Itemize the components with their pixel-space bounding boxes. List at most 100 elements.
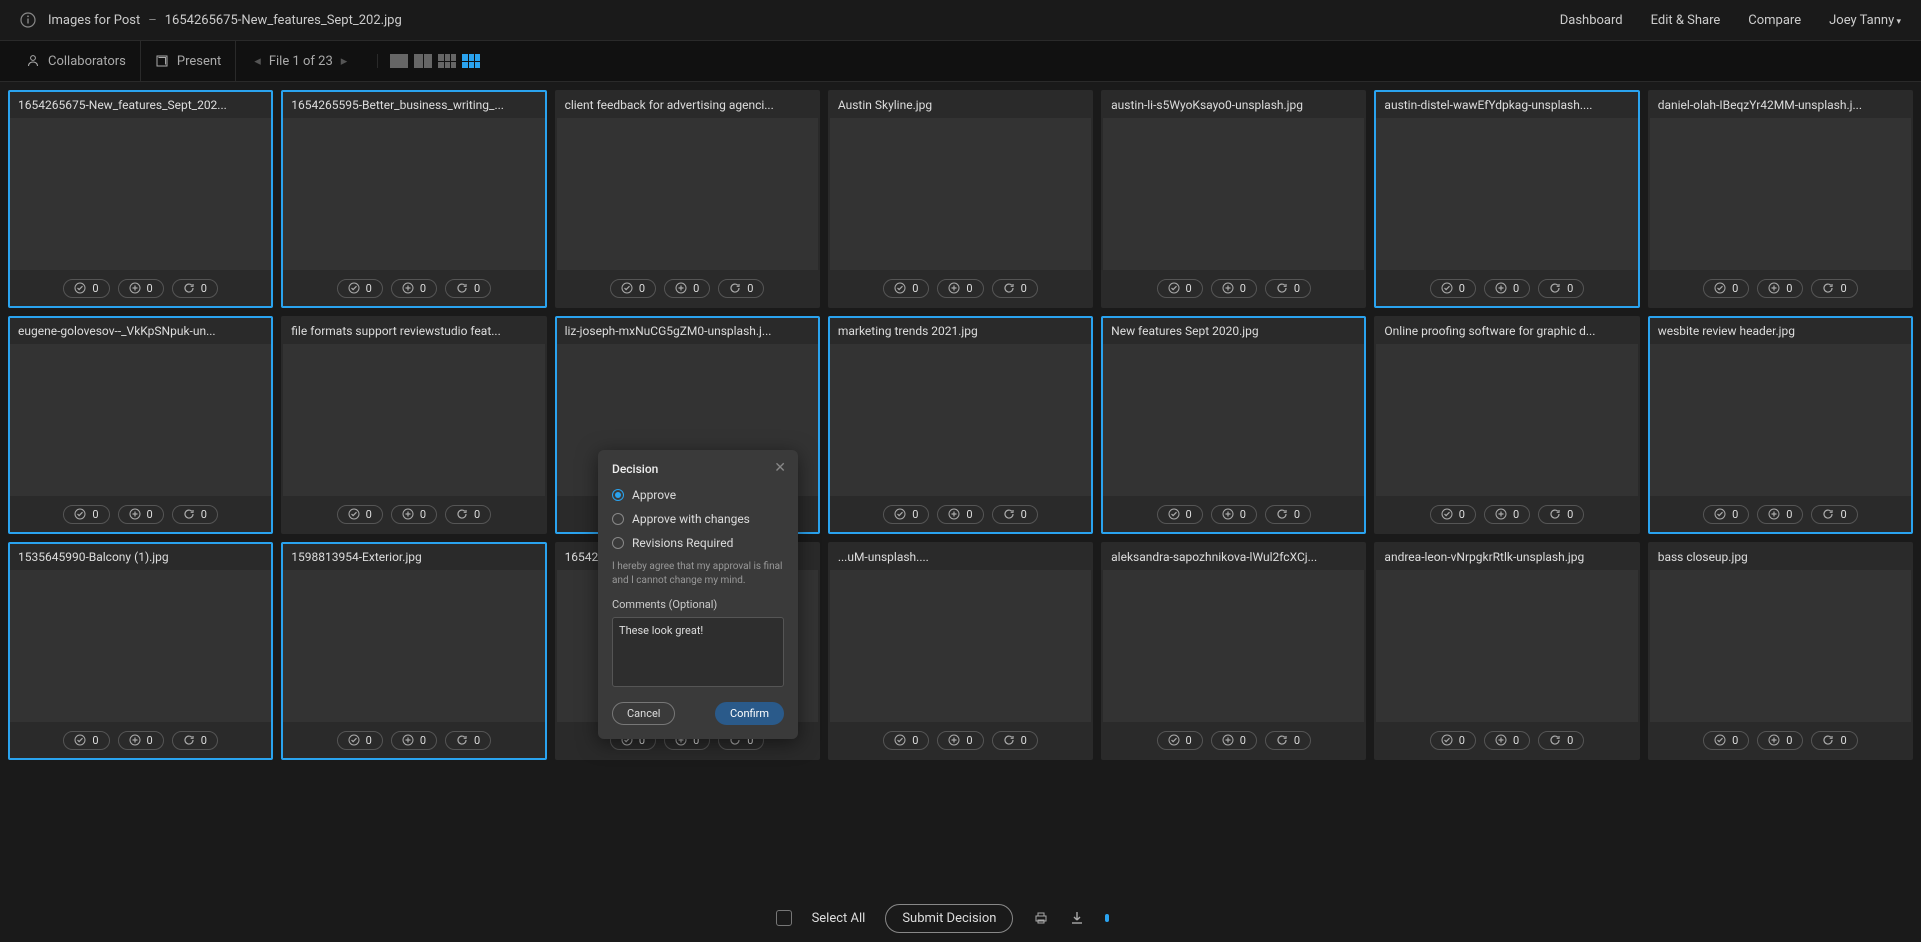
approve-count[interactable]: 0: [883, 279, 929, 298]
thumbnail[interactable]: [1650, 118, 1911, 270]
file-card[interactable]: aleksandra-sapozhnikova-lWul2fcXCj...000: [1101, 542, 1366, 760]
revise-count[interactable]: 0: [1538, 279, 1584, 298]
add-count[interactable]: 0: [391, 731, 437, 750]
add-count[interactable]: 0: [937, 505, 983, 524]
view-single[interactable]: [390, 54, 408, 68]
download-icon[interactable]: [1069, 910, 1085, 926]
add-count[interactable]: 0: [391, 279, 437, 298]
approve-count[interactable]: 0: [610, 279, 656, 298]
revise-count[interactable]: 0: [445, 731, 491, 750]
thumbnail[interactable]: [830, 344, 1091, 496]
view-thumb-small[interactable]: [438, 54, 456, 68]
file-card[interactable]: daniel-olah-IBeqzYr42MM-unsplash.j...000: [1648, 90, 1913, 308]
approve-count[interactable]: 0: [63, 731, 109, 750]
thumbnail[interactable]: [10, 570, 271, 722]
thumbnail[interactable]: [1650, 570, 1911, 722]
approve-count[interactable]: 0: [1157, 731, 1203, 750]
file-card[interactable]: eugene-golovesov--_VkKpSNpuk-un...000: [8, 316, 273, 534]
revise-count[interactable]: 0: [172, 279, 218, 298]
file-card[interactable]: andrea-leon-vNrpgkrRtlk-unsplash.jpg000: [1374, 542, 1639, 760]
add-count[interactable]: 0: [1484, 279, 1530, 298]
revise-count[interactable]: 0: [1811, 279, 1857, 298]
file-card[interactable]: wesbite review header.jpg000: [1648, 316, 1913, 534]
file-card[interactable]: client feedback for advertising agenci..…: [555, 90, 820, 308]
file-card[interactable]: ...uM-unsplash....000: [828, 542, 1093, 760]
revise-count[interactable]: 0: [992, 279, 1038, 298]
add-count[interactable]: 0: [1211, 731, 1257, 750]
submit-decision-button[interactable]: Submit Decision: [885, 904, 1013, 933]
revise-count[interactable]: 0: [1811, 505, 1857, 524]
add-count[interactable]: 0: [1757, 731, 1803, 750]
approve-count[interactable]: 0: [1430, 731, 1476, 750]
approve-count[interactable]: 0: [337, 505, 383, 524]
approve-count[interactable]: 0: [63, 279, 109, 298]
next-file-arrow[interactable]: ▸: [333, 54, 356, 69]
approve-count[interactable]: 0: [1703, 279, 1749, 298]
file-card[interactable]: 1654265595-Better_business_writing_...00…: [281, 90, 546, 308]
add-count[interactable]: 0: [1757, 505, 1803, 524]
add-count[interactable]: 0: [937, 731, 983, 750]
prev-file-arrow[interactable]: ◂: [246, 54, 269, 69]
thumbnail[interactable]: [1103, 570, 1364, 722]
thumbnail[interactable]: [283, 118, 544, 270]
file-card[interactable]: austin-distel-wawEfYdpkag-unsplash....00…: [1374, 90, 1639, 308]
thumbnail[interactable]: [1376, 344, 1637, 496]
file-card[interactable]: 1654265675-New_features_Sept_202...000: [8, 90, 273, 308]
close-icon[interactable]: ✕: [774, 460, 786, 476]
thumbnail[interactable]: [1103, 118, 1364, 270]
approve-count[interactable]: 0: [337, 279, 383, 298]
thumbnail[interactable]: [10, 118, 271, 270]
revise-count[interactable]: 0: [1265, 279, 1311, 298]
approve-count[interactable]: 0: [1430, 505, 1476, 524]
thumbnail[interactable]: [283, 570, 544, 722]
cancel-button[interactable]: Cancel: [612, 702, 675, 725]
confirm-button[interactable]: Confirm: [715, 702, 784, 725]
approve-count[interactable]: 0: [883, 731, 929, 750]
view-split[interactable]: [414, 54, 432, 68]
decision-option[interactable]: Revisions Required: [612, 536, 784, 550]
revise-count[interactable]: 0: [445, 505, 491, 524]
revise-count[interactable]: 0: [718, 279, 764, 298]
thumbnail[interactable]: [1103, 344, 1364, 496]
approve-count[interactable]: 0: [1157, 279, 1203, 298]
present-button[interactable]: Present: [141, 41, 236, 81]
revise-count[interactable]: 0: [1265, 505, 1311, 524]
approve-count[interactable]: 0: [1430, 279, 1476, 298]
add-count[interactable]: 0: [1211, 505, 1257, 524]
add-count[interactable]: 0: [1484, 505, 1530, 524]
approve-count[interactable]: 0: [63, 505, 109, 524]
comments-input[interactable]: [612, 617, 784, 687]
add-count[interactable]: 0: [1757, 279, 1803, 298]
add-count[interactable]: 0: [937, 279, 983, 298]
select-all-checkbox[interactable]: [776, 910, 792, 926]
user-menu[interactable]: Joey Tanny: [1829, 13, 1901, 28]
collaborators-button[interactable]: Collaborators: [12, 41, 141, 81]
view-thumb-large[interactable]: [462, 54, 480, 68]
revise-count[interactable]: 0: [172, 731, 218, 750]
add-count[interactable]: 0: [391, 505, 437, 524]
nav-edit-share[interactable]: Edit & Share: [1651, 13, 1721, 28]
nav-dashboard[interactable]: Dashboard: [1560, 13, 1623, 28]
thumbnail[interactable]: [283, 344, 544, 496]
file-card[interactable]: 1598813954-Exterior.jpg000: [281, 542, 546, 760]
revise-count[interactable]: 0: [445, 279, 491, 298]
revise-count[interactable]: 0: [1538, 731, 1584, 750]
print-icon[interactable]: [1033, 910, 1049, 926]
add-count[interactable]: 0: [664, 279, 710, 298]
revise-count[interactable]: 0: [1811, 731, 1857, 750]
thumbnail[interactable]: [1650, 344, 1911, 496]
add-count[interactable]: 0: [1211, 279, 1257, 298]
revise-count[interactable]: 0: [992, 731, 1038, 750]
add-count[interactable]: 0: [118, 731, 164, 750]
file-card[interactable]: austin-li-s5WyoKsayo0-unsplash.jpg000: [1101, 90, 1366, 308]
add-count[interactable]: 0: [118, 279, 164, 298]
revise-count[interactable]: 0: [1538, 505, 1584, 524]
approve-count[interactable]: 0: [1703, 505, 1749, 524]
decision-option[interactable]: Approve with changes: [612, 512, 784, 526]
revise-count[interactable]: 0: [1265, 731, 1311, 750]
file-card[interactable]: file formats support reviewstudio feat..…: [281, 316, 546, 534]
nav-compare[interactable]: Compare: [1748, 13, 1801, 28]
file-card[interactable]: Austin Skyline.jpg000: [828, 90, 1093, 308]
file-card[interactable]: 1535645990-Balcony (1).jpg000: [8, 542, 273, 760]
thumbnail[interactable]: [1376, 118, 1637, 270]
